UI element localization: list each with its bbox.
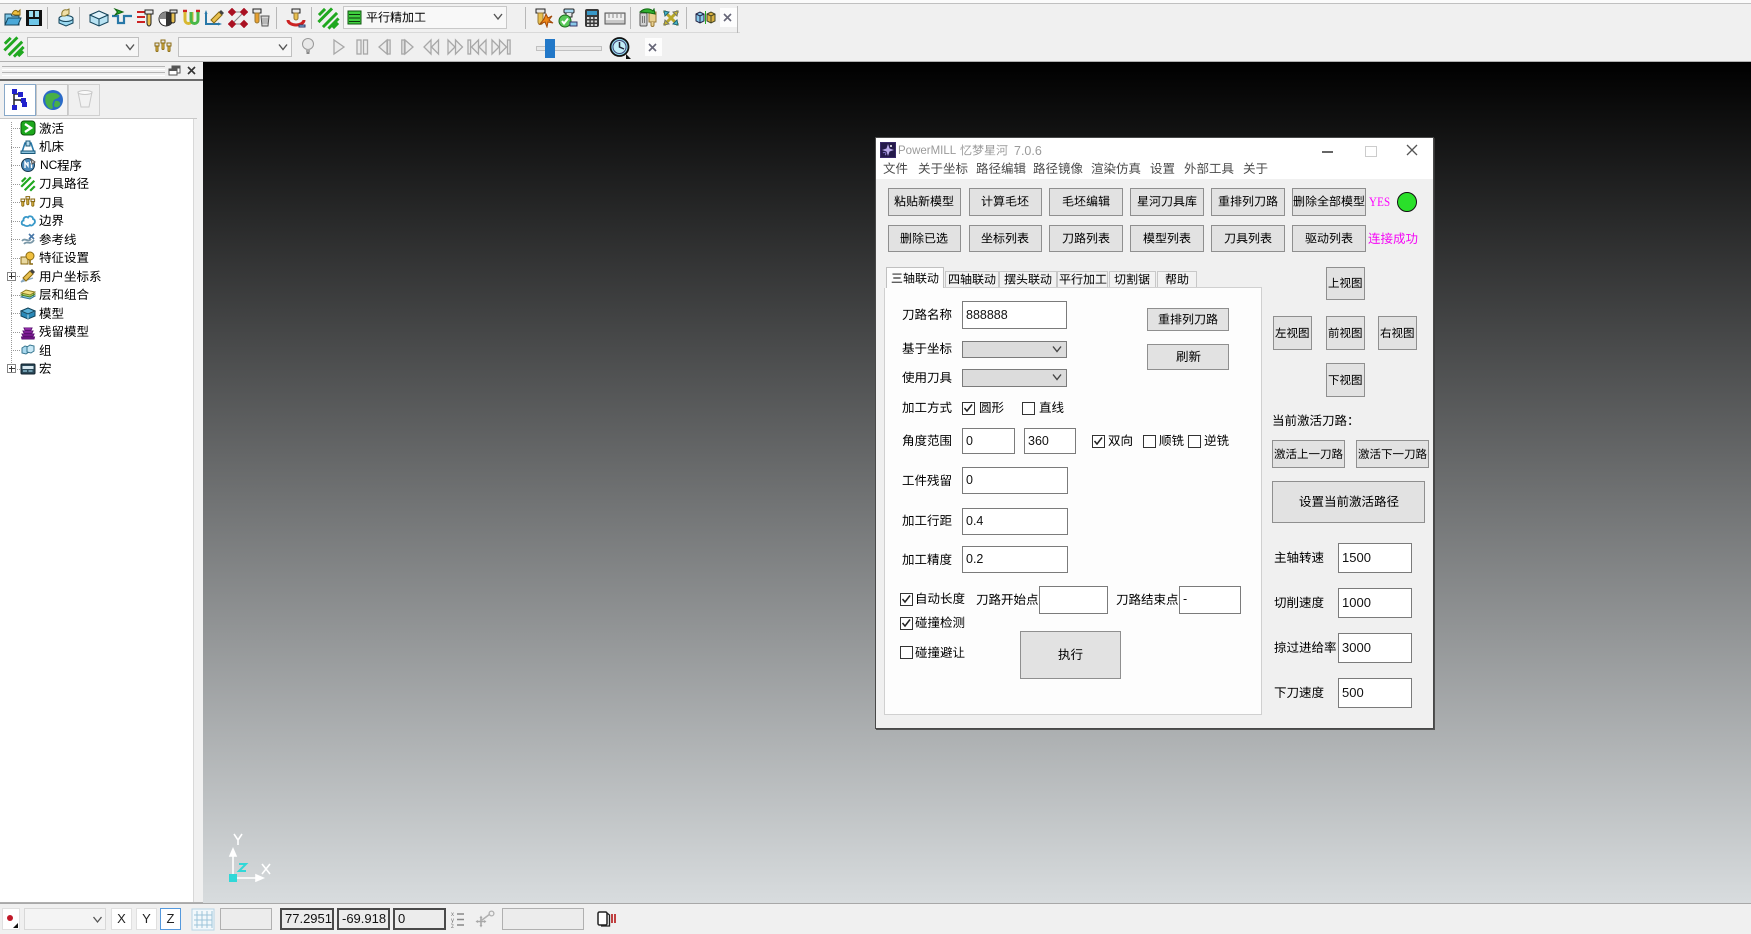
svg-text:z: z bbox=[451, 924, 454, 928]
